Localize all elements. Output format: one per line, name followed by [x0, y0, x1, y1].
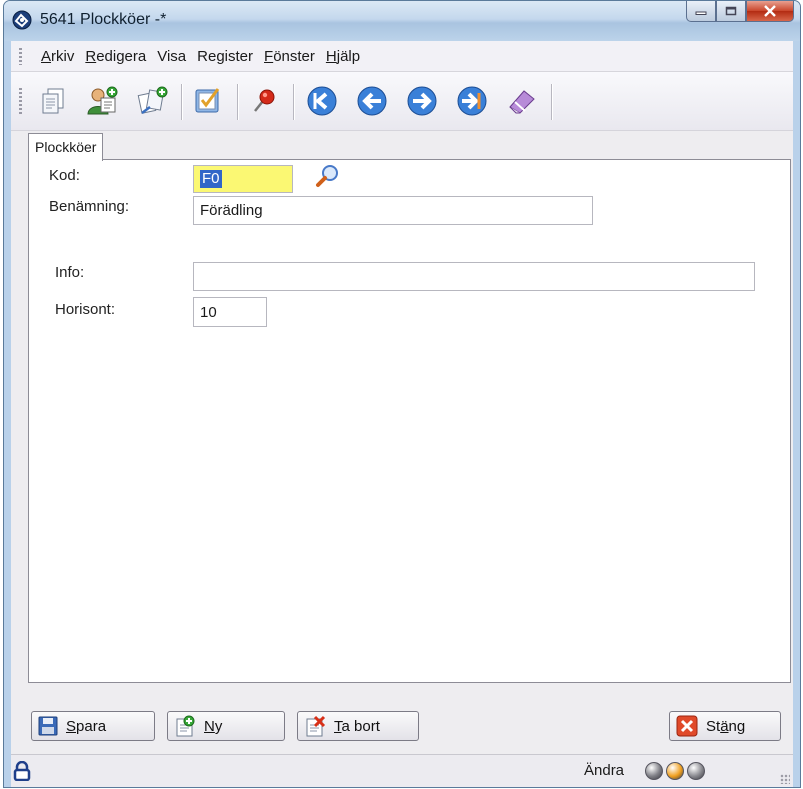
close-button[interactable]: Stäng [669, 711, 781, 741]
toolbar-note-button[interactable] [191, 84, 225, 118]
document-icon [42, 88, 64, 114]
benamning-label: Benämning: [49, 198, 130, 215]
app-logo-icon [12, 10, 32, 30]
delete-document-icon [306, 715, 326, 737]
resize-grip[interactable] [780, 774, 790, 784]
maximize-button[interactable] [716, 1, 746, 22]
eraser-icon [509, 90, 535, 114]
menu-redigera[interactable]: Redigera [85, 48, 146, 65]
toolbar-previous-button[interactable] [355, 84, 389, 118]
status-indicator-gray [645, 762, 663, 780]
next-record-icon [407, 86, 437, 116]
menu-visa[interactable]: Visa [157, 48, 186, 65]
toolbar-separator [293, 84, 295, 120]
last-record-icon [457, 86, 487, 116]
pin-icon [254, 89, 275, 112]
status-indicator-gray-2 [687, 762, 705, 780]
menu-hjalp[interactable]: Hjälp [326, 48, 360, 65]
menu-register[interactable]: Register [197, 48, 253, 65]
search-icon[interactable] [315, 163, 341, 189]
maximize-icon [725, 6, 737, 16]
toolbar-add-user-button[interactable] [85, 84, 119, 118]
kod-value: F0 [200, 170, 222, 188]
benamning-field[interactable] [193, 196, 593, 225]
toolbar-next-button[interactable] [405, 84, 439, 118]
first-record-icon [307, 86, 337, 116]
info-label: Info: [55, 264, 85, 281]
close-label: Stäng [706, 717, 746, 735]
floppy-disk-icon [38, 716, 58, 736]
toolbar-transfer-button[interactable] [135, 84, 169, 118]
horisont-field[interactable] [193, 297, 267, 327]
toolbar-pin-button[interactable] [247, 84, 281, 118]
close-icon [676, 715, 698, 737]
status-bar: Ändra [11, 754, 793, 787]
app-window: 5641 Plockköer -* Arkiv Redigera Visa Re… [3, 0, 801, 788]
save-button[interactable]: Spara [31, 711, 155, 741]
info-field[interactable] [193, 262, 755, 291]
delete-button[interactable]: Ta bort [297, 711, 419, 741]
kod-field[interactable]: F0 [193, 165, 293, 193]
note-check-icon [195, 88, 220, 113]
user-add-icon [87, 86, 118, 115]
tab-plockkoer[interactable]: Plockköer [28, 133, 104, 161]
delete-label: Ta bort [334, 717, 380, 735]
new-document-icon [176, 715, 195, 737]
toolbar-clear-button[interactable] [505, 84, 539, 118]
window-client: Arkiv Redigera Visa Register Fönster Hjä… [11, 41, 793, 787]
minimize-button[interactable] [686, 1, 716, 22]
lock-icon [13, 761, 31, 781]
close-window-button[interactable] [746, 1, 794, 22]
transfer-add-icon [137, 86, 168, 114]
close-icon [764, 5, 776, 17]
toolbar-first-button[interactable] [305, 84, 339, 118]
title-bar[interactable]: 5641 Plockköer -* [4, 1, 800, 41]
toolbar-separator [237, 84, 239, 120]
menu-bar: Arkiv Redigera Visa Register Fönster Hjä… [11, 41, 793, 72]
toolbar-separator [181, 84, 183, 120]
status-indicator-orange [666, 762, 684, 780]
window-title: 5641 Plockköer -* [40, 11, 167, 28]
menu-fonster[interactable]: Fönster [264, 48, 315, 65]
tab-panel: Kod: F0 Benämning: Info: Horisont: [28, 159, 791, 683]
horisont-label: Horisont: [55, 301, 116, 318]
save-label: Spara [66, 717, 107, 735]
previous-record-icon [357, 86, 387, 116]
minimize-icon [695, 11, 707, 15]
kod-label: Kod: [49, 167, 80, 184]
new-label: Ny [204, 717, 223, 735]
toolbar-last-button[interactable] [455, 84, 489, 118]
toolbar [11, 72, 793, 131]
status-mode: Ändra [584, 762, 625, 779]
toolbar-separator [551, 84, 553, 120]
new-button[interactable]: Ny [167, 711, 285, 741]
toolbar-new-document-button[interactable] [37, 84, 71, 118]
menu-arkiv[interactable]: Arkiv [41, 48, 74, 65]
